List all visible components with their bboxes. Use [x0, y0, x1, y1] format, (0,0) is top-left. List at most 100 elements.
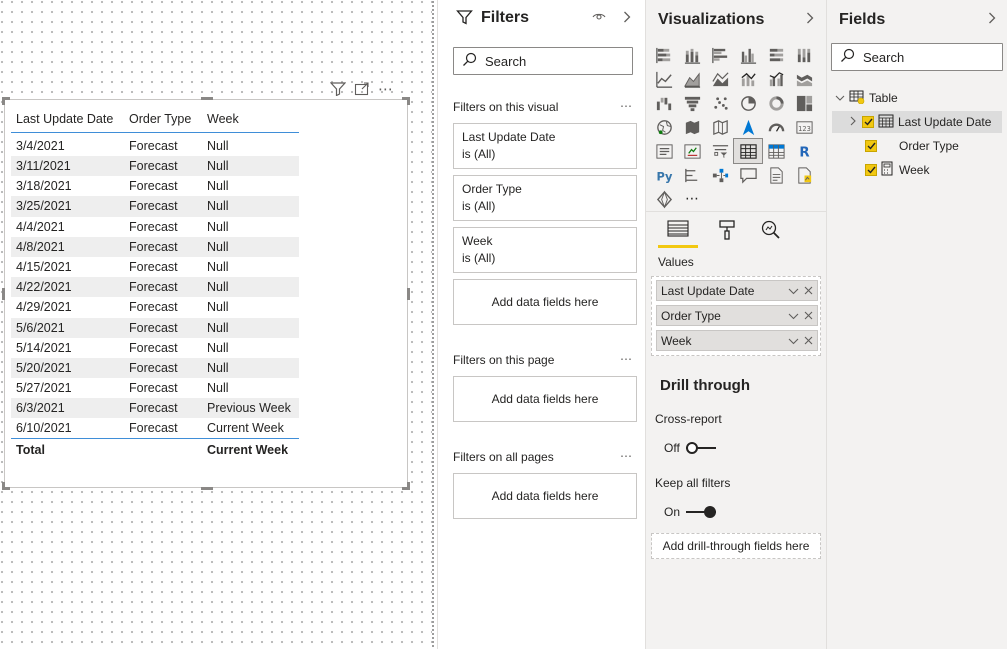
value-field-chip-last-update-date[interactable]: Last Update Date: [656, 280, 818, 301]
analytics-icon[interactable]: [756, 216, 786, 248]
map-icon[interactable]: [650, 115, 678, 139]
canvas-divider: [437, 0, 438, 649]
field-item-week[interactable]: Week: [827, 159, 1002, 181]
field-checkbox[interactable]: [865, 164, 877, 176]
column-header-order-type[interactable]: Order Type: [124, 106, 202, 133]
remove-field-icon[interactable]: [804, 284, 813, 298]
line-and-stacked-column-chart-icon[interactable]: [734, 67, 762, 91]
filter-card-last-update-date[interactable]: Last Update Date is (All): [453, 123, 637, 169]
fields-search-input[interactable]: Search: [831, 43, 1003, 71]
cell-date: 6/3/2021: [11, 398, 124, 419]
100-stacked-column-chart-icon[interactable]: [790, 43, 818, 67]
chevron-down-icon[interactable]: [788, 309, 799, 323]
field-table-node[interactable]: Table: [827, 87, 1002, 109]
line-chart-icon[interactable]: [650, 67, 678, 91]
table-row: 5/20/2021 Forecast Null: [11, 357, 299, 379]
stacked-column-chart-icon[interactable]: [678, 43, 706, 67]
decomposition-tree-icon[interactable]: [706, 163, 734, 187]
chevron-right-icon[interactable]: [988, 12, 996, 27]
chevron-right-icon[interactable]: [850, 115, 857, 129]
fields-tab-icon[interactable]: [658, 216, 698, 248]
value-field-chip-order-type[interactable]: Order Type: [656, 305, 818, 326]
paginated-report-icon[interactable]: [790, 163, 818, 187]
cell-order-type: Forecast: [129, 421, 178, 436]
resize-handle-left[interactable]: [2, 288, 5, 300]
clustered-bar-chart-icon[interactable]: [706, 43, 734, 67]
filter-card-order-type[interactable]: Order Type is (All): [453, 175, 637, 221]
card-icon[interactable]: 123: [790, 115, 818, 139]
filters-pane: Filters Search Filters on this visual ⋯ …: [445, 0, 646, 649]
power-apps-icon[interactable]: [650, 187, 678, 211]
resize-handle-top-right[interactable]: [402, 97, 410, 105]
chevron-down-icon[interactable]: [788, 284, 799, 298]
value-field-chip-week[interactable]: Week: [656, 330, 818, 351]
python-visual-icon[interactable]: Py: [650, 163, 678, 187]
table-visual[interactable]: Last Update Date Order Type Week 3/4/202…: [2, 97, 410, 490]
more-options-icon[interactable]: ⋯: [620, 352, 633, 366]
column-header-last-update-date[interactable]: Last Update Date: [11, 106, 124, 133]
page-filter-drop-zone[interactable]: Add data fields here: [453, 376, 637, 422]
more-visuals-icon[interactable]: ⋯: [678, 187, 706, 211]
kpi-icon[interactable]: [678, 139, 706, 163]
drill-through-field-well[interactable]: Add drill-through fields here: [651, 533, 821, 559]
resize-handle-top[interactable]: [201, 97, 213, 100]
column-header-week[interactable]: Week: [202, 106, 299, 133]
chevron-down-icon[interactable]: [788, 334, 799, 348]
funnel-chart-icon[interactable]: [678, 91, 706, 115]
smart-narrative-icon[interactable]: [762, 163, 790, 187]
stacked-bar-chart-icon[interactable]: [650, 43, 678, 67]
clustered-column-chart-icon[interactable]: [734, 43, 762, 67]
shape-map-icon[interactable]: [706, 115, 734, 139]
visual-filter-drop-zone[interactable]: Add data fields here: [453, 279, 637, 325]
eye-icon[interactable]: [592, 11, 606, 26]
remove-field-icon[interactable]: [804, 309, 813, 323]
table-visual-icon[interactable]: [733, 138, 763, 164]
field-checkbox[interactable]: [865, 140, 877, 152]
field-item-order-type[interactable]: Order Type: [827, 135, 1002, 157]
more-options-icon[interactable]: ⋯: [620, 99, 633, 113]
filters-search-input[interactable]: Search: [453, 47, 633, 75]
resize-handle-bottom[interactable]: [201, 487, 213, 490]
resize-handle-right[interactable]: [407, 288, 410, 300]
keep-all-filters-toggle[interactable]: [686, 506, 717, 518]
resize-handle-bottom-left[interactable]: [2, 482, 10, 490]
remove-field-icon[interactable]: [804, 334, 813, 348]
key-influencers-icon[interactable]: [678, 163, 706, 187]
azure-map-icon[interactable]: [734, 115, 762, 139]
pie-chart-icon[interactable]: [734, 91, 762, 115]
stacked-area-chart-icon[interactable]: [706, 67, 734, 91]
filter-card-name: Order Type: [462, 182, 522, 196]
ribbon-chart-icon[interactable]: [790, 67, 818, 91]
resize-handle-bottom-right[interactable]: [402, 482, 410, 490]
donut-chart-icon[interactable]: [762, 91, 790, 115]
filter-card-week[interactable]: Week is (All): [453, 227, 637, 273]
r-visual-icon[interactable]: R: [790, 139, 818, 163]
chevron-down-icon[interactable]: [835, 91, 845, 105]
gauge-icon[interactable]: [762, 115, 790, 139]
more-options-icon[interactable]: ⋯: [378, 80, 394, 98]
multi-row-card-icon[interactable]: [650, 139, 678, 163]
filled-map-icon[interactable]: [678, 115, 706, 139]
format-paint-icon[interactable]: [712, 216, 742, 248]
report-filter-drop-zone[interactable]: Add data fields here: [453, 473, 637, 519]
table-row: 3/18/2021 Forecast Null: [11, 176, 299, 196]
more-options-icon[interactable]: ⋯: [620, 449, 633, 463]
100-stacked-bar-chart-icon[interactable]: [762, 43, 790, 67]
treemap-icon[interactable]: [790, 91, 818, 115]
waterfall-chart-icon[interactable]: [650, 91, 678, 115]
slicer-icon[interactable]: [706, 139, 734, 163]
field-checkbox[interactable]: [862, 116, 874, 128]
values-field-well[interactable]: Last Update Date Order Type Week: [651, 276, 821, 356]
resize-handle-top-left[interactable]: [2, 97, 10, 105]
chevron-right-icon[interactable]: [806, 12, 814, 27]
cross-report-toggle[interactable]: [685, 442, 716, 454]
focus-mode-icon[interactable]: [354, 82, 370, 96]
scatter-chart-icon[interactable]: [706, 91, 734, 115]
chevron-right-icon[interactable]: [623, 11, 631, 26]
field-item-last-update-date[interactable]: Last Update Date: [832, 111, 1002, 133]
matrix-icon[interactable]: [762, 139, 790, 163]
qna-icon[interactable]: [734, 163, 762, 187]
filter-icon[interactable]: [330, 82, 346, 96]
line-and-clustered-column-chart-icon[interactable]: [762, 67, 790, 91]
area-chart-icon[interactable]: [678, 67, 706, 91]
